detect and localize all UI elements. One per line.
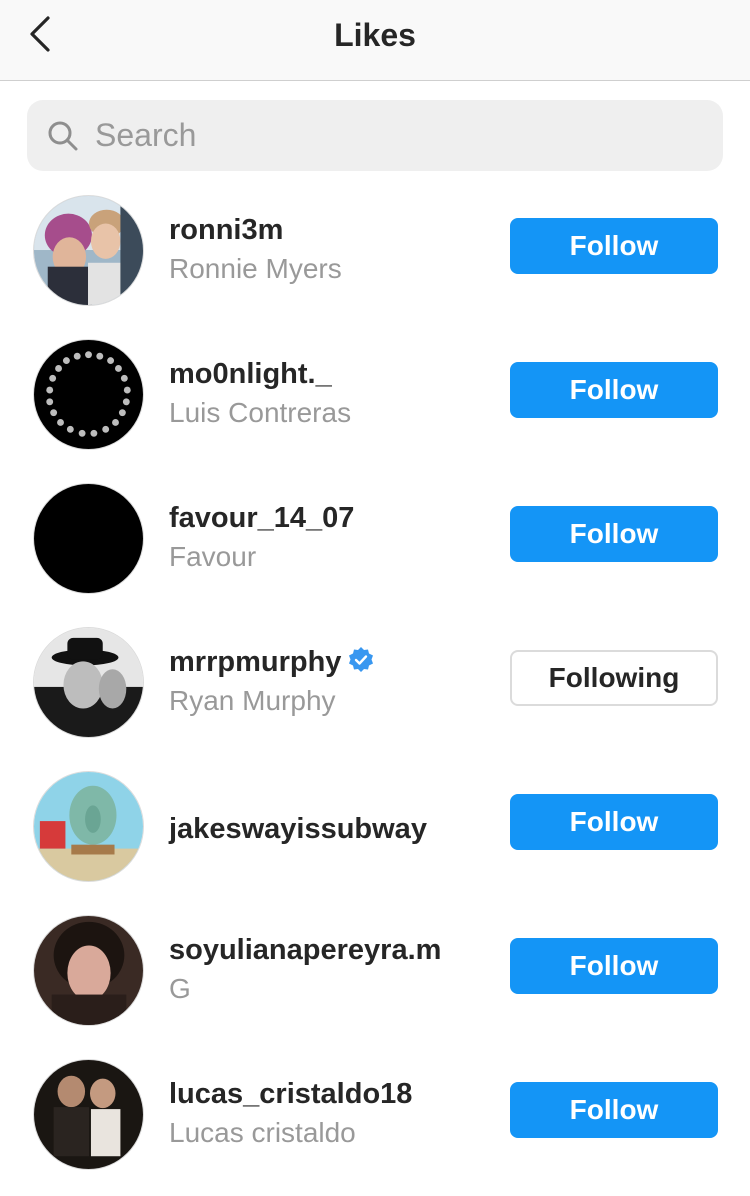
avatar[interactable] — [33, 339, 144, 450]
username-text[interactable]: mrrpmurphy — [169, 646, 341, 678]
list-item[interactable]: ronni3m Ronnie Myers Follow — [0, 188, 750, 332]
username[interactable]: lucas_cristaldo18 — [169, 1078, 412, 1111]
username[interactable]: jakeswayissubway — [169, 813, 427, 846]
full-name: Ronnie Myers — [169, 253, 342, 284]
list-item[interactable]: lucas_cristaldo18 Lucas cristaldo Follow — [0, 1052, 750, 1196]
follow-button[interactable]: Follow — [510, 938, 718, 994]
nav-header: Likes — [0, 0, 750, 81]
avatar[interactable] — [33, 1059, 144, 1170]
search-bar[interactable] — [27, 100, 723, 171]
full-name: Favour — [169, 541, 257, 572]
follow-button[interactable]: Follow — [510, 1082, 718, 1138]
following-button[interactable]: Following — [510, 650, 718, 706]
full-name: Lucas cristaldo — [169, 1117, 356, 1148]
page-title: Likes — [334, 17, 416, 53]
username[interactable]: favour_14_07 — [169, 502, 354, 535]
avatar[interactable] — [33, 627, 144, 738]
avatar[interactable] — [33, 915, 144, 1026]
username[interactable]: mrrpmurphy — [169, 646, 375, 679]
likes-list: ronni3m Ronnie Myers Follow mo0nlight._ … — [0, 188, 750, 1196]
full-name: G — [169, 973, 191, 1004]
username[interactable]: ronni3m — [169, 214, 283, 247]
list-item[interactable]: mo0nlight._ Luis Contreras Follow — [0, 332, 750, 476]
list-item[interactable]: mrrpmurphy Ryan Murphy Following — [0, 620, 750, 764]
search-input[interactable] — [95, 100, 695, 171]
avatar[interactable] — [33, 483, 144, 594]
username[interactable]: mo0nlight._ — [169, 358, 332, 391]
verified-badge-icon — [349, 647, 374, 672]
follow-button[interactable]: Follow — [510, 506, 718, 562]
list-item[interactable]: favour_14_07 Favour Follow — [0, 476, 750, 620]
avatar[interactable] — [33, 771, 144, 882]
full-name: Luis Contreras — [169, 397, 352, 428]
follow-button[interactable]: Follow — [510, 362, 718, 418]
full-name: Ryan Murphy — [169, 685, 336, 716]
list-item[interactable]: jakeswayissubway Follow — [0, 764, 750, 908]
avatar[interactable] — [33, 195, 144, 306]
follow-button[interactable]: Follow — [510, 794, 718, 850]
follow-button[interactable]: Follow — [510, 218, 718, 274]
search-icon — [48, 121, 78, 151]
username[interactable]: soyulianapereyra.m — [169, 934, 441, 967]
list-item[interactable]: soyulianapereyra.m G Follow — [0, 908, 750, 1052]
